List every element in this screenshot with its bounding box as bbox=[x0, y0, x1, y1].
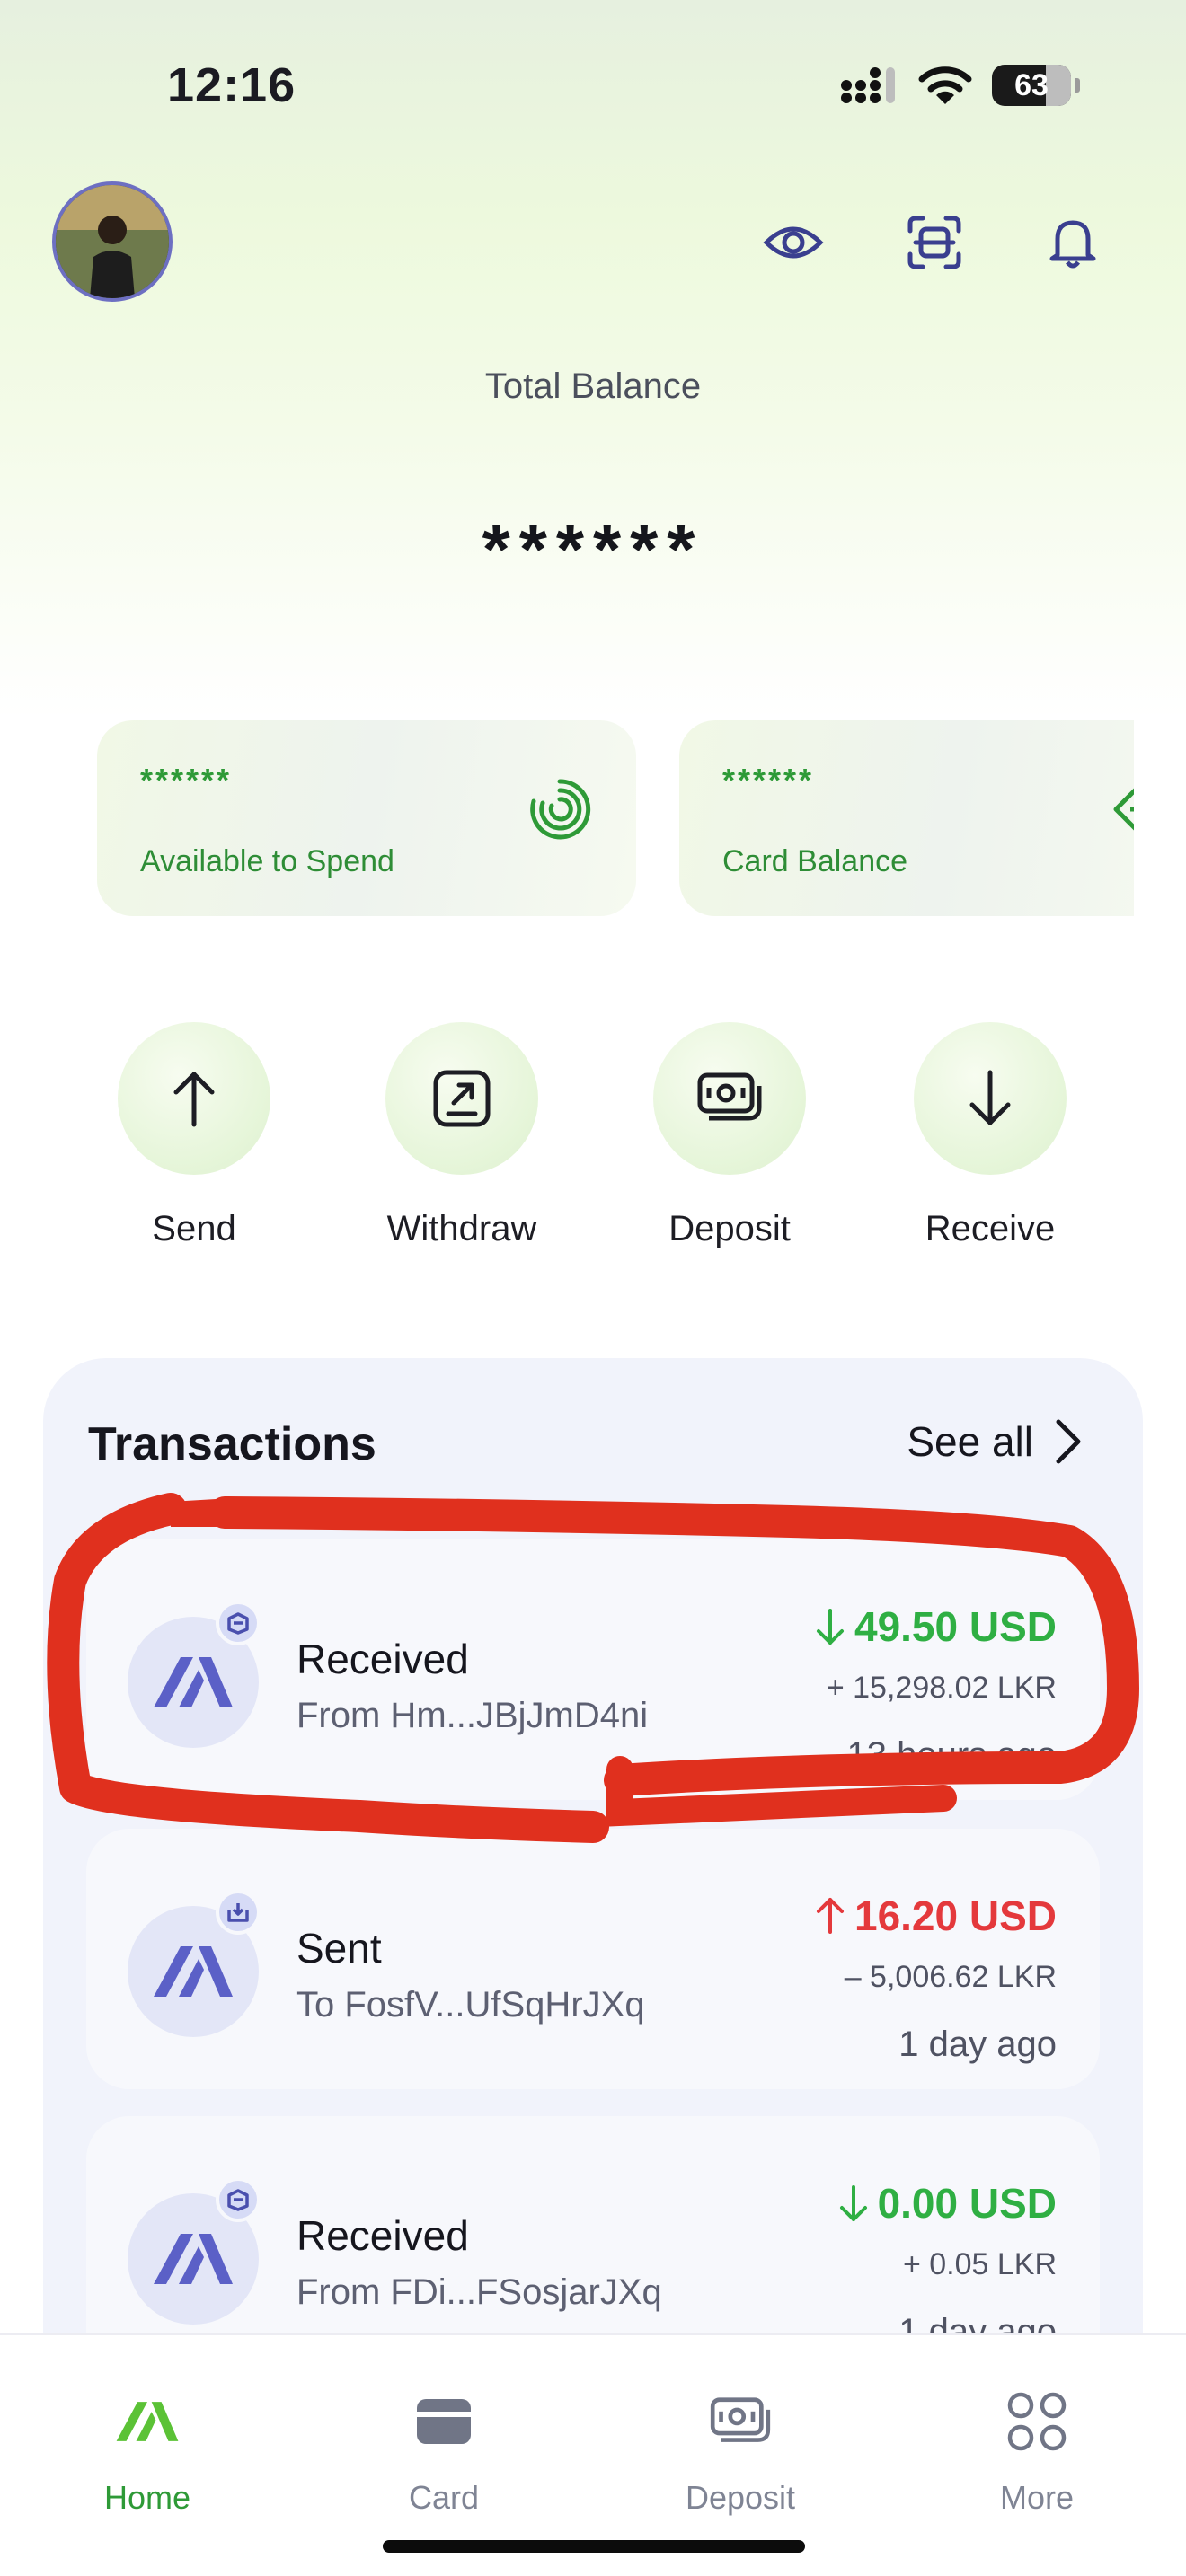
profile-avatar[interactable] bbox=[52, 181, 173, 302]
send-action[interactable]: Send bbox=[104, 1022, 284, 1249]
brand-logo-icon bbox=[154, 1946, 233, 1997]
transaction-lkr: + 15,298.02 LKR bbox=[826, 1671, 1057, 1705]
card-balance-label: Card Balance bbox=[722, 844, 908, 878]
status-time: 12:16 bbox=[167, 58, 296, 112]
battery-indicator: 63 bbox=[992, 65, 1071, 106]
tab-deposit-label: Deposit bbox=[685, 2479, 796, 2516]
arrow-up-icon bbox=[816, 1898, 844, 1934]
tab-more-label: More bbox=[999, 2479, 1075, 2516]
grid-icon bbox=[1007, 2392, 1067, 2451]
tab-deposit[interactable]: Deposit bbox=[651, 2386, 830, 2517]
available-to-spend-card[interactable]: ****** Available to Spend bbox=[97, 720, 636, 916]
send-label: Send bbox=[152, 1209, 236, 1248]
wifi-icon bbox=[918, 66, 972, 104]
notification-bell-icon[interactable] bbox=[1039, 208, 1107, 277]
card-balance-icon bbox=[1113, 788, 1134, 831]
transaction-type: Received bbox=[296, 2212, 469, 2259]
status-icons: 63 bbox=[839, 63, 1080, 108]
card-balance-card[interactable]: ****** Card Balance bbox=[679, 720, 1134, 916]
see-all-label: See all bbox=[907, 1418, 1033, 1465]
transaction-type: Sent bbox=[296, 1925, 382, 1972]
transaction-party: To FosfV...UfSqHrJXq bbox=[296, 1985, 645, 2025]
transaction-party: From FDi...FSosjarJXq bbox=[296, 2272, 662, 2312]
transaction-row[interactable]: Received From Hm...JBjJmD4ni 49.50 USD +… bbox=[86, 1539, 1100, 1800]
transaction-amount: 0.00 USD bbox=[838, 2179, 1057, 2228]
card-icon bbox=[417, 2399, 471, 2444]
cash-icon bbox=[710, 2397, 771, 2442]
arrow-down-icon bbox=[839, 2185, 867, 2221]
arrow-up-icon bbox=[173, 1072, 215, 1127]
chevron-right-icon bbox=[1056, 1419, 1081, 1464]
tab-home-label: Home bbox=[103, 2479, 191, 2516]
transaction-amount-value: 0.00 USD bbox=[877, 2180, 1057, 2227]
avatar-person-icon bbox=[56, 185, 169, 298]
transaction-time: 13 hours ago bbox=[846, 1735, 1057, 1775]
balance-cards-carousel[interactable]: ****** Available to Spend ****** Card Ba… bbox=[0, 720, 1134, 920]
arrow-down-icon bbox=[969, 1070, 1011, 1125]
tab-home[interactable]: Home bbox=[58, 2386, 237, 2517]
spend-ring-icon bbox=[530, 779, 591, 840]
transaction-row[interactable]: Sent To FosfV...UfSqHrJXq 16.20 USD – 5,… bbox=[86, 1829, 1100, 2089]
transfer-badge-icon bbox=[216, 2177, 261, 2222]
transaction-lkr: + 0.05 LKR bbox=[902, 2247, 1057, 2281]
tab-card-label: Card bbox=[408, 2479, 480, 2516]
withdraw-action[interactable]: Withdraw bbox=[372, 1022, 552, 1249]
receive-button[interactable] bbox=[914, 1022, 1067, 1175]
deposit-label: Deposit bbox=[668, 1209, 791, 1248]
available-to-spend-label: Available to Spend bbox=[140, 844, 394, 878]
brand-logo-icon bbox=[154, 1657, 233, 1707]
send-button[interactable] bbox=[118, 1022, 270, 1175]
battery-tip bbox=[1075, 78, 1080, 93]
transfer-badge-icon bbox=[216, 1601, 261, 1645]
transaction-amount: 49.50 USD bbox=[815, 1602, 1057, 1651]
transactions-title: Transactions bbox=[88, 1418, 376, 1470]
transfer-badge-icon bbox=[216, 1890, 261, 1935]
available-to-spend-value: ****** bbox=[140, 762, 233, 798]
withdraw-icon bbox=[433, 1070, 491, 1127]
withdraw-label: Withdraw bbox=[386, 1209, 537, 1248]
battery-level: 63 bbox=[1014, 67, 1049, 102]
home-logo-icon bbox=[116, 2402, 179, 2441]
transaction-amount-value: 16.20 USD bbox=[854, 1892, 1057, 1939]
receive-label: Receive bbox=[925, 1209, 1056, 1248]
withdraw-button[interactable] bbox=[385, 1022, 538, 1175]
cellular-signal-icon bbox=[841, 67, 895, 103]
transaction-type: Received bbox=[296, 1636, 469, 1682]
transaction-amount: 16.20 USD bbox=[815, 1892, 1057, 1940]
transaction-party: From Hm...JBjJmD4ni bbox=[296, 1696, 649, 1735]
arrow-down-icon bbox=[816, 1609, 844, 1645]
transaction-lkr: – 5,006.62 LKR bbox=[844, 1960, 1057, 1994]
deposit-button[interactable] bbox=[653, 1022, 806, 1175]
transaction-time: 1 day ago bbox=[898, 2025, 1057, 2064]
deposit-action[interactable]: Deposit bbox=[640, 1022, 819, 1249]
total-balance-label: Total Balance bbox=[484, 366, 702, 406]
brand-logo-icon bbox=[154, 2234, 233, 2284]
total-balance-value[interactable]: ****** bbox=[0, 508, 1186, 591]
receive-action[interactable]: Receive bbox=[900, 1022, 1080, 1249]
scan-icon[interactable] bbox=[900, 208, 969, 277]
see-all-link[interactable]: See all bbox=[907, 1417, 1082, 1466]
card-balance-value: ****** bbox=[722, 762, 815, 798]
home-indicator[interactable] bbox=[383, 2540, 805, 2553]
tab-card[interactable]: Card bbox=[354, 2386, 534, 2517]
tab-more[interactable]: More bbox=[947, 2386, 1127, 2517]
eye-icon[interactable] bbox=[759, 208, 828, 277]
transaction-amount-value: 49.50 USD bbox=[854, 1603, 1057, 1650]
cash-icon bbox=[697, 1072, 762, 1121]
